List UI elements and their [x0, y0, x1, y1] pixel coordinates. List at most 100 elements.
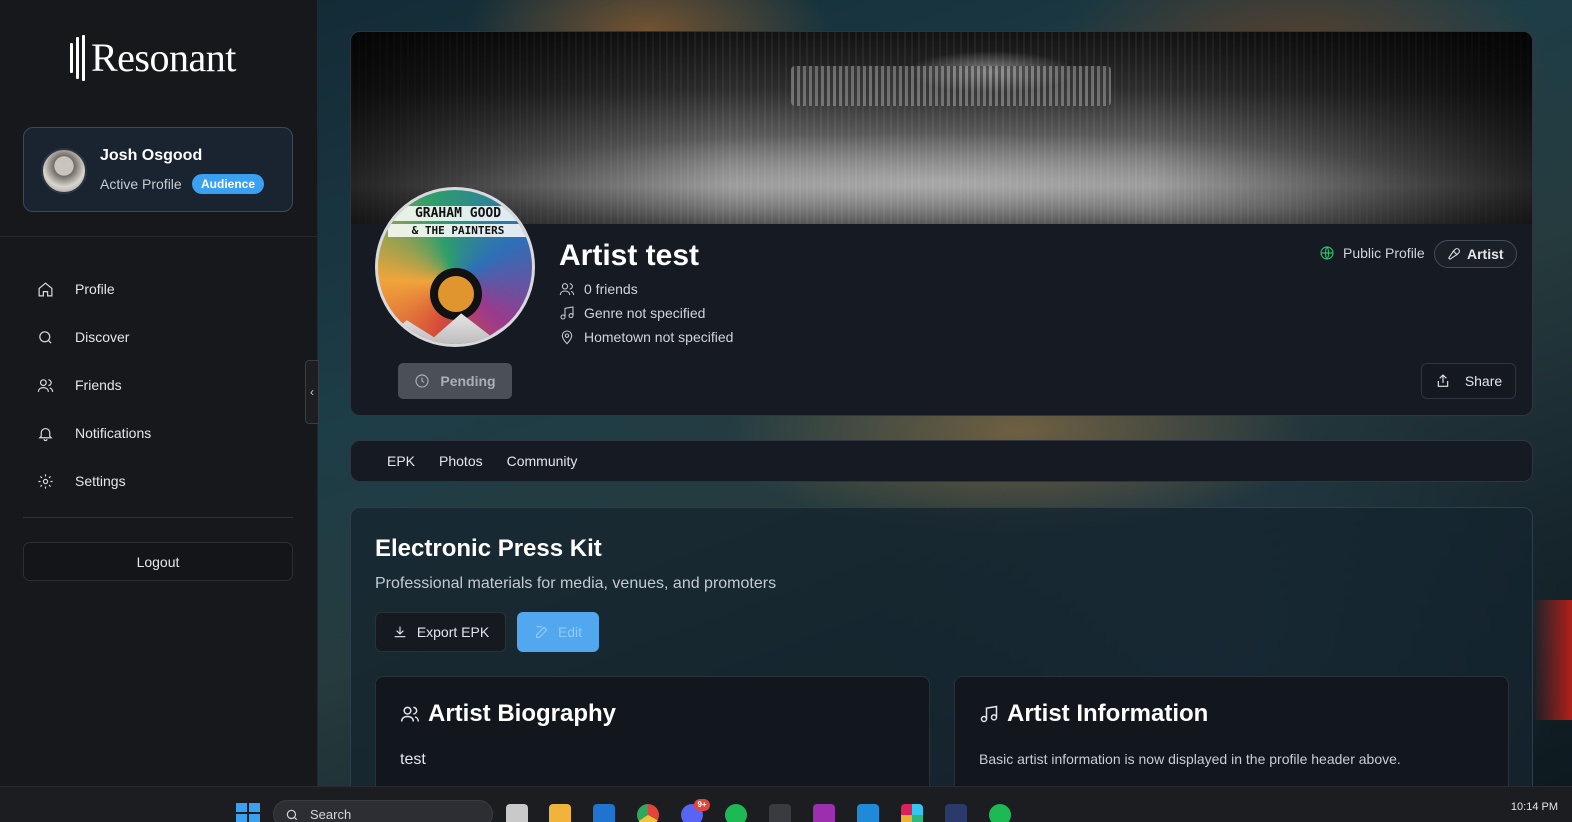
- artist-information-heading: Artist Information: [1007, 700, 1209, 727]
- artist-logo-text: GRAHAM GOOD: [388, 206, 528, 221]
- epk-title: Electronic Press Kit: [375, 535, 602, 562]
- os-taskbar: Search 9+ 10:14 PM: [0, 786, 1572, 822]
- task-view-icon[interactable]: [506, 804, 528, 822]
- search-icon: [39, 330, 52, 344]
- logout-button[interactable]: Logout: [23, 542, 293, 581]
- windows-start-icon[interactable]: [236, 803, 260, 822]
- export-epk-label: Export EPK: [416, 624, 490, 640]
- profile-name: Josh Osgood: [100, 147, 203, 164]
- spotify-icon[interactable]: [725, 804, 747, 822]
- cover-photo-shade-right: [1152, 32, 1532, 224]
- artist-genre: Genre not specified: [559, 305, 705, 321]
- artist-friends-count: 0 friends: [559, 281, 638, 297]
- discord-notification-badge: 9+: [694, 799, 710, 811]
- mouse-app-icon[interactable]: [769, 804, 791, 822]
- artist-information-card: Artist Information Basic artist informat…: [954, 676, 1509, 796]
- map-pin-icon: [561, 330, 573, 345]
- epk-panel: Electronic Press Kit Professional materi…: [350, 507, 1533, 797]
- artist-biography-title: Artist Biography: [400, 700, 616, 728]
- m-app-icon[interactable]: [813, 804, 835, 822]
- clock-icon: [415, 374, 429, 388]
- gear-icon: [38, 473, 53, 489]
- artist-genre-text: Genre not specified: [584, 305, 706, 321]
- tab-photos[interactable]: Photos: [439, 453, 483, 469]
- taskbar-search-placeholder: Search: [310, 807, 352, 822]
- music-note-icon: [980, 705, 998, 723]
- cover-photo: [351, 32, 1532, 224]
- search-icon: [286, 809, 298, 821]
- spotify-icon[interactable]: [989, 804, 1011, 822]
- terminal-icon[interactable]: [945, 804, 967, 822]
- taskbar-search[interactable]: Search: [273, 800, 493, 822]
- sidebar-item-notifications[interactable]: Notifications: [37, 409, 151, 457]
- artist-name: Artist test: [559, 239, 700, 272]
- profile-type-badge: Audience: [192, 174, 265, 194]
- file-explorer-icon[interactable]: [549, 804, 571, 822]
- avatar: [41, 148, 87, 194]
- edit-icon: [536, 626, 548, 638]
- vscode-icon[interactable]: [857, 804, 879, 822]
- pending-label: Pending: [440, 373, 496, 389]
- share-icon: [1437, 374, 1449, 387]
- globe-icon: [1320, 246, 1334, 260]
- taskbar-clock: 10:14 PM: [1510, 801, 1558, 813]
- cover-photo-balcony: [791, 66, 1111, 106]
- artist-information-title: Artist Information: [979, 700, 1208, 728]
- brand-name: Resonant: [91, 35, 236, 80]
- export-epk-button[interactable]: Export EPK: [375, 612, 506, 652]
- artist-hometown-text: Hometown not specified: [584, 329, 734, 345]
- sidebar-nav: Profile Discover Friends Notifications S…: [37, 265, 151, 505]
- artist-friends-text: 0 friends: [584, 281, 638, 297]
- tab-community[interactable]: Community: [507, 453, 578, 469]
- sidebar-divider: [23, 517, 293, 518]
- sidebar-item-discover[interactable]: Discover: [37, 313, 151, 361]
- bell-icon: [38, 427, 53, 441]
- share-button[interactable]: Share: [1421, 363, 1516, 399]
- share-label: Share: [1464, 373, 1503, 389]
- artist-logo-text: & THE PAINTERS: [388, 224, 528, 237]
- pending-request-button[interactable]: Pending: [398, 363, 512, 399]
- edit-epk-button[interactable]: Edit: [517, 612, 599, 652]
- sidebar-item-label: Friends: [75, 377, 122, 393]
- users-icon: [37, 378, 54, 392]
- sidebar-item-settings[interactable]: Settings: [37, 457, 151, 505]
- artist-information-text: Basic artist information is now displaye…: [979, 751, 1401, 767]
- users-icon: [559, 283, 575, 296]
- brand-bars-icon: [70, 34, 85, 81]
- artist-type-chip: Artist: [1434, 240, 1517, 268]
- sidebar-item-profile[interactable]: Profile: [37, 265, 151, 313]
- music-note-icon: [560, 306, 574, 320]
- microphone-icon: [1448, 248, 1460, 260]
- slack-icon[interactable]: [901, 804, 923, 822]
- cover-photo-shade-left: [351, 32, 731, 224]
- artist-biography-heading: Artist Biography: [428, 700, 617, 727]
- artist-avatar: GRAHAM GOOD & THE PAINTERS: [375, 187, 535, 347]
- sidebar: Resonant Josh Osgood Active Profile Audi…: [0, 0, 318, 786]
- profile-tabs: EPK Photos Community: [350, 440, 1533, 482]
- public-profile-label: Public Profile: [1343, 245, 1425, 261]
- active-profile-card[interactable]: Josh Osgood Active Profile Audience: [23, 127, 293, 212]
- tab-epk[interactable]: EPK: [387, 453, 415, 469]
- outlook-icon[interactable]: [593, 804, 615, 822]
- edit-label: Edit: [557, 624, 583, 640]
- brand-logo[interactable]: Resonant: [70, 34, 236, 81]
- background-highlight: [1532, 600, 1572, 720]
- home-icon: [38, 281, 53, 296]
- artist-hometown: Hometown not specified: [559, 329, 733, 345]
- sidebar-item-friends[interactable]: Friends: [37, 361, 151, 409]
- public-profile-indicator: Public Profile: [1319, 245, 1425, 261]
- profile-subtitle: Active Profile: [100, 176, 182, 192]
- sidebar-item-label: Discover: [75, 329, 130, 345]
- sidebar-item-label: Settings: [75, 473, 126, 489]
- artist-header-card: GRAHAM GOOD & THE PAINTERS Artist test 0…: [350, 31, 1533, 416]
- sidebar-item-label: Profile: [75, 281, 115, 297]
- artist-logo-ring: [430, 268, 482, 320]
- chrome-icon[interactable]: [637, 804, 659, 822]
- chevron-left-icon: ‹: [310, 385, 314, 399]
- artist-type-label: Artist: [1467, 246, 1504, 262]
- artist-biography-card: Artist Biography test: [375, 676, 930, 796]
- artist-biography-text: test: [400, 751, 426, 768]
- sidebar-item-label: Notifications: [75, 425, 152, 441]
- collapse-sidebar-button[interactable]: ‹: [305, 360, 319, 424]
- sidebar-divider: [0, 236, 318, 237]
